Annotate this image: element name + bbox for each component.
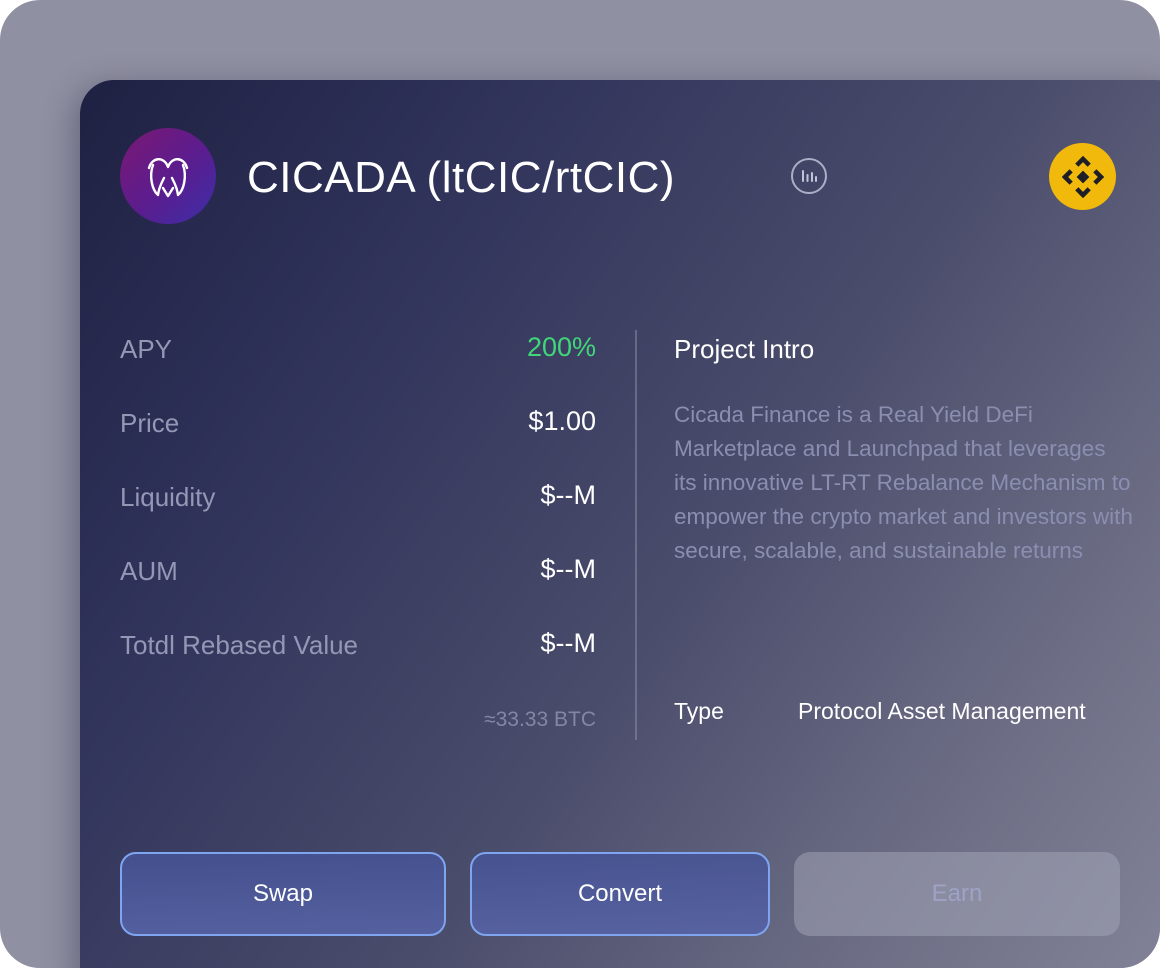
stat-row-apy: APY 200%: [120, 326, 596, 400]
stat-value: $--M: [540, 554, 597, 584]
project-card: CICADA (ltCIC/rtCIC) APY 200% Price $1.0…: [80, 80, 1160, 968]
swap-button[interactable]: Swap: [120, 852, 446, 936]
stat-row-rebased-value: Totdl Rebased Value $--M: [120, 622, 596, 696]
earn-button[interactable]: Earn: [794, 852, 1120, 936]
page-background: CICADA (ltCIC/rtCIC) APY 200% Price $1.0…: [0, 0, 1160, 968]
stat-label: AUM: [120, 556, 178, 586]
stat-value: $--M: [540, 628, 597, 658]
column-divider: [635, 330, 637, 740]
binance-icon: [1049, 143, 1116, 210]
btc-equivalent: ≈33.33 BTC: [484, 708, 596, 731]
stat-value: 200%: [526, 332, 596, 362]
cicada-logo-icon: [120, 128, 216, 224]
type-value: Protocol Asset Management: [798, 698, 1086, 724]
stat-row-aum: AUM $--M: [120, 548, 596, 622]
stat-label: Price: [120, 408, 180, 438]
intro-heading: Project Intro: [674, 334, 815, 364]
stat-value: $--M: [540, 480, 597, 510]
project-title: CICADA (ltCIC/rtCIC): [247, 153, 675, 202]
type-label: Type: [674, 698, 724, 724]
intro-description: Cicada Finance is a Real Yield DeFi Mark…: [674, 402, 1133, 563]
bar-chart-icon[interactable]: [791, 158, 827, 194]
stat-row-price: Price $1.00: [120, 400, 596, 474]
stat-label: Totdl Rebased Value: [120, 630, 359, 660]
stat-row-liquidity: Liquidity $--M: [120, 474, 596, 548]
convert-button[interactable]: Convert: [470, 852, 770, 936]
stat-label: Liquidity: [120, 482, 216, 512]
stat-value: $1.00: [528, 406, 596, 436]
stats-list: APY 200% Price $1.00 Liquidity $--M AUM …: [120, 326, 596, 696]
stat-label: APY: [120, 334, 173, 364]
